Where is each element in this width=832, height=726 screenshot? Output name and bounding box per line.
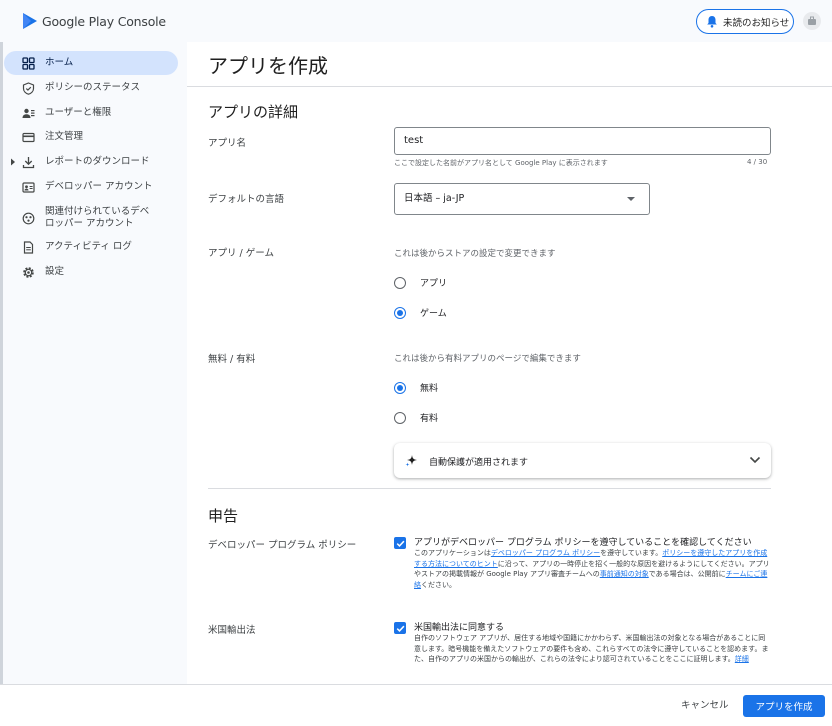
radio-game[interactable] <box>394 306 406 319</box>
sidebar-item-label: 関連付けられているデベ ロッパー アカウント <box>45 206 149 230</box>
id-card-icon <box>22 181 35 193</box>
shield-icon <box>22 81 35 95</box>
sidebar-item-label: ポリシーのステータス <box>45 82 141 93</box>
dev-policy-label: デベロッパー プログラム ポリシー <box>208 540 357 551</box>
create-app-button[interactable]: アプリを作成 <box>743 695 825 717</box>
chevron-down-icon[interactable] <box>749 455 761 465</box>
export-law-checkbox[interactable] <box>394 622 406 634</box>
export-law-text: 自作のソフトウェア アプリが、居住する地域や国籍にかかわらず、米国輸出法の対象と… <box>414 634 769 663</box>
free-paid-hint: これは後から有料アプリのページで編集できます <box>394 354 581 364</box>
document-icon <box>23 240 34 254</box>
sidebar-item-label: 設定 <box>45 266 65 277</box>
learn-more-link[interactable]: 詳細 <box>735 655 749 663</box>
title-divider <box>187 86 832 87</box>
notice-label: 未読のお知らせ <box>723 17 790 29</box>
grid-icon <box>22 56 35 70</box>
users-icon <box>22 108 35 118</box>
play-logo-icon <box>23 13 37 29</box>
advance-notice-link[interactable]: 事前通知の対象 <box>600 570 649 578</box>
default-language-select[interactable]: 日本語 – ja-JP <box>394 183 650 215</box>
linked-accounts-icon <box>22 212 35 224</box>
sidebar-item-users-permissions[interactable]: ユーザーと権限 <box>4 101 178 125</box>
sidebar-item-label: 注文管理 <box>45 131 84 142</box>
unread-notifications-button[interactable]: 未読のお知らせ <box>696 9 794 34</box>
sidebar-item-label-line1: 関連付けられているデベ <box>45 206 150 217</box>
sidebar-item-label-line2: ロッパー アカウント <box>45 218 134 229</box>
gear-icon <box>23 266 34 278</box>
window-left-edge <box>0 42 3 684</box>
auto-protection-panel[interactable]: 自動保護が適用されます <box>394 443 771 478</box>
auto-protection-text: 自動保護が適用されます <box>429 458 529 468</box>
brand-name: Google Play Console <box>42 13 166 29</box>
caret-right-icon[interactable] <box>10 158 16 166</box>
checkmark-icon <box>396 540 404 547</box>
export-law-title: 米国輸出法に同意する <box>414 623 505 633</box>
app-name-label: アプリ名 <box>208 138 247 149</box>
briefcase-icon <box>808 16 816 25</box>
sparkle-icon <box>405 455 417 467</box>
app-or-game-hint: これは後からストアの設定で変更できます <box>394 249 556 259</box>
dev-policy-text: である場合は、公開前に <box>648 570 726 578</box>
dev-policy-link[interactable]: デベロッパー プログラム ポリシー <box>491 549 600 557</box>
radio-free-label: 無料 <box>420 384 439 394</box>
free-paid-label: 無料 / 有料 <box>208 354 256 365</box>
main-content: アプリを作成 アプリの詳細 アプリ名 test ここで設定した名前がアプリ名とし… <box>187 42 832 684</box>
sidebar-item-label: アクティビティ ログ <box>45 241 132 252</box>
app-name-input[interactable]: test <box>394 127 771 155</box>
dev-policy-text: を遵守しています。 <box>600 549 663 557</box>
radio-paid-label: 有料 <box>420 414 439 424</box>
language-value: 日本語 – ja-JP <box>404 193 465 204</box>
sidebar-item-settings[interactable]: 設定 <box>4 260 178 284</box>
app-details-heading: アプリの詳細 <box>208 103 299 121</box>
app-name-helper: ここで設定した名前がアプリ名として Google Play に表示されます <box>394 159 608 167</box>
dev-policy-description: このアプリケーションはデベロッパー プログラム ポリシーを遵守しています。ポリシ… <box>414 548 771 590</box>
section-divider <box>208 488 771 489</box>
app-name-counter: 4 / 30 <box>747 158 768 166</box>
account-avatar[interactable] <box>803 12 821 30</box>
export-law-description: 自作のソフトウェア アプリが、居住する地域や国籍にかかわらず、米国輸出法の対象と… <box>414 633 771 665</box>
dev-policy-title: アプリがデベロッパー プログラム ポリシーを遵守していることを確認してください <box>414 538 752 548</box>
cancel-button[interactable]: キャンセル <box>681 697 729 711</box>
sidebar-item-policy-status[interactable]: ポリシーのステータス <box>4 76 178 100</box>
sidebar-item-label: ユーザーと権限 <box>45 107 112 118</box>
sidebar-item-label: デベロッパー アカウント <box>45 181 153 192</box>
sidebar-item-order-management[interactable]: 注文管理 <box>4 125 178 149</box>
dev-policy-text: ください。 <box>421 580 456 589</box>
radio-game-label: ゲーム <box>420 309 447 319</box>
download-icon <box>22 156 35 168</box>
sidebar-item-label: ホーム <box>45 57 74 68</box>
checkmark-icon <box>396 625 404 632</box>
sidebar-item-report-download[interactable]: レポートのダウンロード <box>4 150 178 174</box>
bell-icon <box>707 16 717 28</box>
radio-option-app[interactable]: アプリ <box>394 276 447 289</box>
page-title: アプリを作成 <box>208 54 328 78</box>
dropdown-arrow-icon <box>627 197 635 201</box>
radio-option-game[interactable]: ゲーム <box>394 306 447 319</box>
default-language-label: デフォルトの言語 <box>208 194 285 205</box>
top-bar: Google Play Console 未読のお知らせ <box>0 0 832 42</box>
sidebar-item-activity-log[interactable]: アクティビティ ログ <box>4 235 178 259</box>
dev-policy-checkbox[interactable] <box>394 537 406 549</box>
footer-bar: キャンセル アプリを作成 <box>0 684 832 726</box>
radio-paid[interactable] <box>394 411 406 424</box>
radio-free[interactable] <box>394 381 406 394</box>
app-or-game-label: アプリ / ゲーム <box>208 248 274 259</box>
sidebar-item-linked-developer-accounts[interactable]: 関連付けられているデベ ロッパー アカウント <box>4 203 178 233</box>
credit-card-icon <box>22 132 35 142</box>
radio-app-label: アプリ <box>420 279 448 289</box>
declarations-heading: 申告 <box>208 507 239 525</box>
dev-policy-text: このアプリケーションは <box>414 549 491 557</box>
radio-option-paid[interactable]: 有料 <box>394 411 438 424</box>
export-law-label: 米国輸出法 <box>208 625 256 636</box>
play-console-logo[interactable]: Google Play Console <box>22 12 166 30</box>
radio-app[interactable] <box>394 276 406 289</box>
radio-option-free[interactable]: 無料 <box>394 381 438 394</box>
sidebar-item-label: レポートのダウンロード <box>45 156 150 167</box>
sidebar-item-home[interactable]: ホーム <box>4 51 178 75</box>
sidebar-item-developer-account[interactable]: デベロッパー アカウント <box>4 175 178 199</box>
